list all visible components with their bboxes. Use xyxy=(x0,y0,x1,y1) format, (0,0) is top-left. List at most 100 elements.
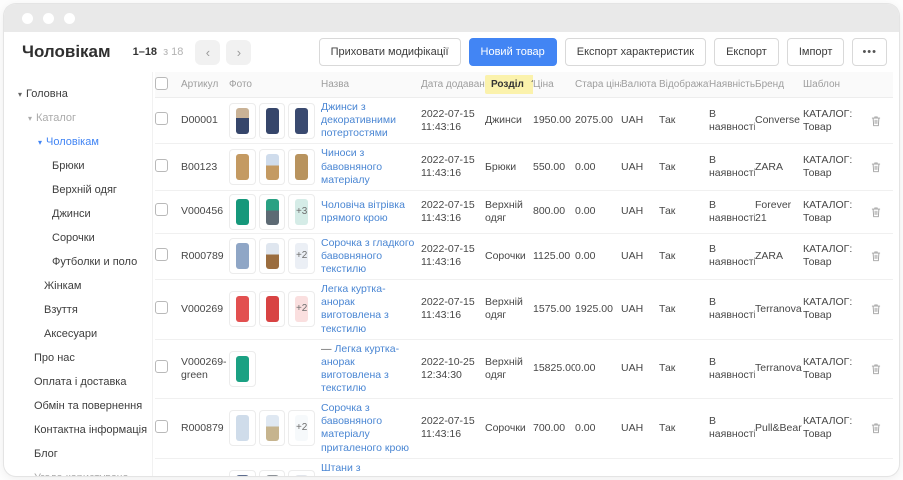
prev-page-button[interactable]: ‹ xyxy=(195,40,220,65)
hide-modifications-button[interactable]: Приховати модифікації xyxy=(319,38,461,66)
column-label: Артикул xyxy=(181,79,218,90)
more-photos-badge[interactable]: +2 xyxy=(288,238,315,274)
sidebar-item-dzhynsy[interactable]: Джинси xyxy=(4,202,152,226)
product-photo[interactable] xyxy=(259,149,286,185)
new-product-button[interactable]: Новий товар xyxy=(469,38,557,66)
delete-icon[interactable] xyxy=(869,205,883,219)
next-page-button[interactable]: › xyxy=(226,40,251,65)
cell-name: Джинси з декоративними потертостями xyxy=(321,98,421,143)
brand-value: ZARA xyxy=(755,250,783,262)
sidebar-item-golovna[interactable]: ▾Головна xyxy=(4,82,152,106)
table-row: V000456+3Чоловіча вітрівка прямого крою2… xyxy=(155,191,893,234)
product-photo[interactable] xyxy=(229,238,256,274)
cell-name: —Легка куртка-анорак виготовлена з текст… xyxy=(321,340,421,399)
delete-icon[interactable] xyxy=(869,249,883,263)
product-name-link[interactable]: Легка куртка-анорак виготовлена з тексти… xyxy=(321,343,399,394)
row-checkbox[interactable] xyxy=(155,420,168,433)
sidebar-item-verkhniy-odyag[interactable]: Верхній одяг xyxy=(4,178,152,202)
sidebar-item-pro-nas[interactable]: Про нас xyxy=(4,346,152,370)
window-control-dot[interactable] xyxy=(22,13,33,24)
sidebar-item-sorochky[interactable]: Сорочки xyxy=(4,226,152,250)
more-photos-badge[interactable]: +2 xyxy=(288,410,315,446)
sidebar-item-ugoda-korystuvacha[interactable]: Угода користувача xyxy=(4,466,152,476)
delete-icon[interactable] xyxy=(869,302,883,316)
sidebar-item-cholovikam[interactable]: ▾Чоловікам xyxy=(4,130,152,154)
row-checkbox[interactable] xyxy=(155,301,168,314)
import-button[interactable]: Імпорт xyxy=(787,38,845,66)
product-photo[interactable] xyxy=(259,410,286,446)
sidebar-item-zhinkam[interactable]: Жінкам xyxy=(4,274,152,298)
product-name-link[interactable]: Штани з бавовняного матеріалу прямого кр… xyxy=(321,462,412,476)
product-name-link[interactable]: Сорочка з бавовняного матеріалу притален… xyxy=(321,402,409,453)
sidebar-item-katalog[interactable]: ▾Каталог xyxy=(4,106,152,130)
edit-icon[interactable] xyxy=(859,205,860,219)
sidebar-item-vzuttya[interactable]: Взуття xyxy=(4,298,152,322)
window-control-dot[interactable] xyxy=(43,13,54,24)
delete-icon[interactable] xyxy=(869,114,883,128)
product-photo[interactable] xyxy=(229,194,256,230)
row-checkbox[interactable] xyxy=(155,203,168,216)
delete-icon[interactable] xyxy=(869,362,883,376)
row-checkbox[interactable] xyxy=(155,112,168,125)
sidebar-item-futbolky-polo[interactable]: Футболки и поло xyxy=(4,250,152,274)
delete-icon[interactable] xyxy=(869,421,883,435)
sorted-column-chip[interactable]: Розділ⇅ xyxy=(485,75,533,94)
row-checkbox[interactable] xyxy=(155,360,168,373)
product-photo[interactable] xyxy=(288,103,315,139)
product-name-link[interactable]: Джинси з декоративними потертостями xyxy=(321,101,396,139)
sidebar-item-blog[interactable]: Блог xyxy=(4,442,152,466)
product-photo[interactable] xyxy=(229,149,256,185)
more-photos-badge[interactable]: +2 xyxy=(288,291,315,327)
table-row: R000789+2Сорочка з гладкого бавовняного … xyxy=(155,234,893,280)
table-row: V000269-green—Легка куртка-анорак вигото… xyxy=(155,340,893,400)
product-photo[interactable] xyxy=(259,238,286,274)
product-photo[interactable] xyxy=(259,470,286,476)
product-name-link[interactable]: Легка куртка-анорак виготовлена з тексти… xyxy=(321,283,389,334)
product-photo[interactable] xyxy=(259,291,286,327)
sidebar-item-oplata-dostavka[interactable]: Оплата і доставка xyxy=(4,370,152,394)
edit-icon[interactable] xyxy=(859,421,860,435)
cell-display: Так xyxy=(659,202,709,221)
product-name-link[interactable]: Сорочка з гладкого бавовняного текстилю xyxy=(321,237,414,275)
more-photos-badge[interactable]: +3 xyxy=(288,194,315,230)
export-button[interactable]: Експорт xyxy=(714,38,779,66)
product-photo[interactable] xyxy=(259,194,286,230)
row-checkbox[interactable] xyxy=(155,159,168,172)
cell-old_price: 0.00 xyxy=(575,202,621,221)
cell-availability: В наявності xyxy=(709,151,755,183)
garment-shape xyxy=(266,154,279,180)
sku-label: V000269 xyxy=(181,303,223,315)
product-name-link[interactable]: Чоловіча вітрівка прямого крою xyxy=(321,199,405,224)
product-photo[interactable] xyxy=(229,103,256,139)
edit-icon[interactable] xyxy=(859,160,860,174)
cell-display: Так xyxy=(659,300,709,319)
product-photo[interactable] xyxy=(259,103,286,139)
template-value: Товар xyxy=(803,121,853,134)
product-photo[interactable] xyxy=(229,291,256,327)
sidebar-item-obmin-povernennya[interactable]: Обмін та повернення xyxy=(4,394,152,418)
product-photo[interactable] xyxy=(288,149,315,185)
sidebar-item-bryuky[interactable]: Брюки xyxy=(4,154,152,178)
edit-icon[interactable] xyxy=(859,114,860,128)
product-photo[interactable] xyxy=(229,470,256,476)
edit-icon[interactable] xyxy=(859,249,860,263)
time-value: 11:43:16 xyxy=(421,309,479,322)
sidebar-item-kontaktna-informatsiya[interactable]: Контактна інформація xyxy=(4,418,152,442)
delete-icon[interactable] xyxy=(869,160,883,174)
export-characteristics-button[interactable]: Експорт характеристик xyxy=(565,38,706,66)
window-control-dot[interactable] xyxy=(64,13,75,24)
row-actions xyxy=(859,302,887,316)
cell-availability: В наявності xyxy=(709,240,755,272)
product-name-link[interactable]: Чиноси з бавовняного матеріалу xyxy=(321,147,382,185)
sidebar-item-aksesuary[interactable]: Аксесуари xyxy=(4,322,152,346)
product-photo[interactable] xyxy=(229,410,256,446)
more-actions-button[interactable]: ••• xyxy=(852,38,887,66)
more-photos-badge[interactable]: +2 xyxy=(288,470,315,476)
edit-icon[interactable] xyxy=(859,302,860,316)
row-checkbox[interactable] xyxy=(155,248,168,261)
date-value: 2022-07-15 xyxy=(421,415,479,428)
select-all-checkbox[interactable] xyxy=(155,77,168,90)
product-photo[interactable] xyxy=(229,351,256,387)
edit-icon[interactable] xyxy=(859,362,860,376)
chevron-down-icon: ▾ xyxy=(18,90,22,99)
